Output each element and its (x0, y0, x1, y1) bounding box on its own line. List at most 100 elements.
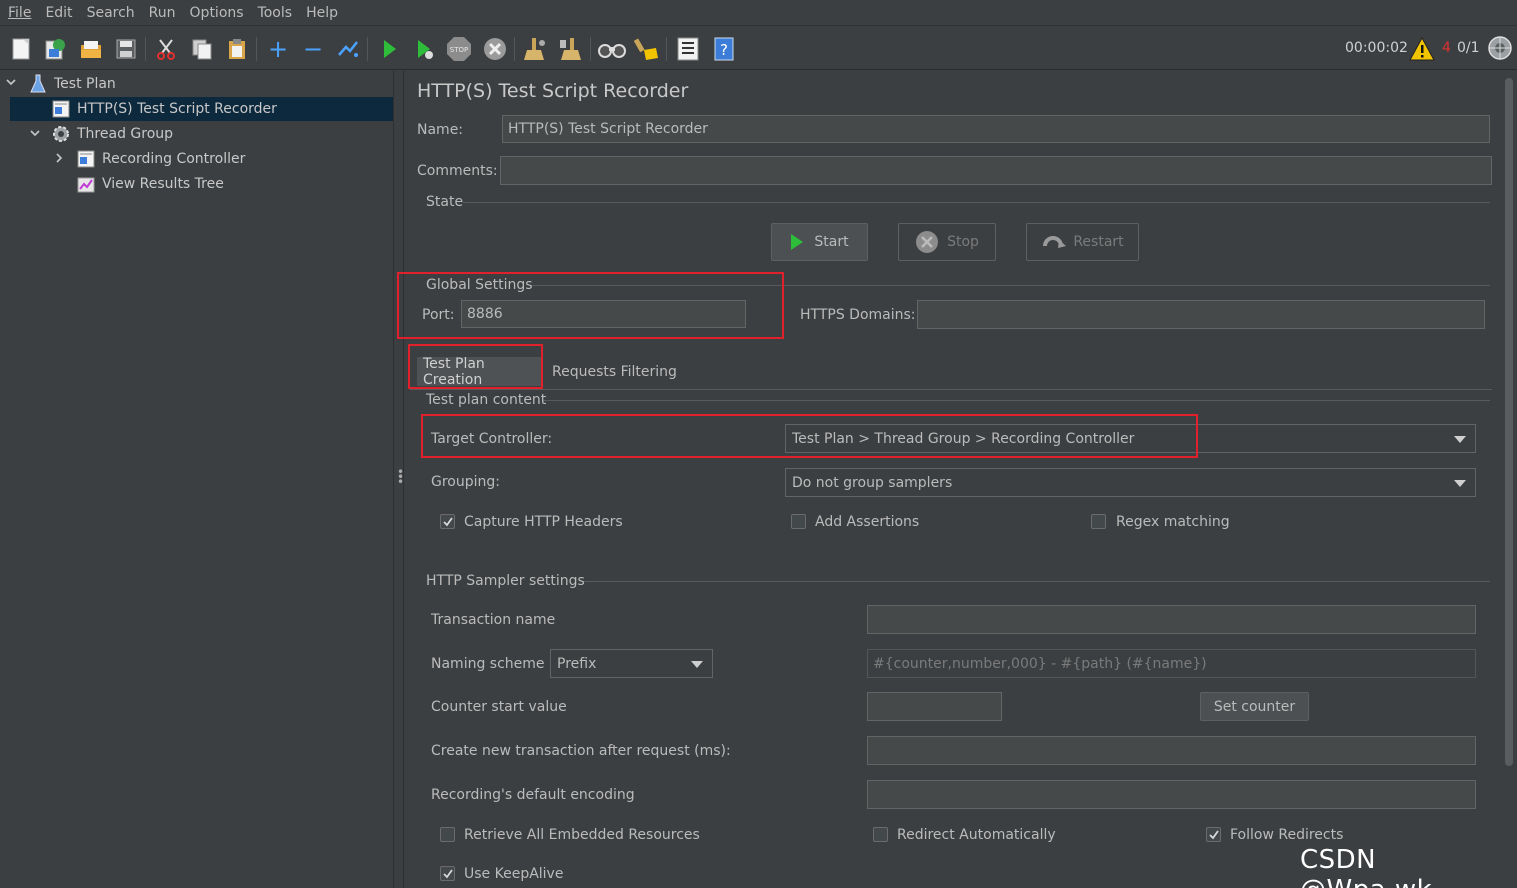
test-plan-icon (28, 74, 48, 94)
toggle-icon[interactable] (334, 35, 362, 63)
collapse-icon[interactable]: − (299, 35, 327, 63)
naming-scheme-select[interactable]: Prefix (550, 649, 713, 678)
grouping-select[interactable]: Do not group samplers (785, 468, 1476, 497)
tree-item-thread-group[interactable]: Thread Group (51, 122, 173, 146)
toolbar-separator (514, 37, 515, 61)
start-button[interactable]: Start (771, 223, 868, 261)
recorder-panel: HTTP(S) Test Script Recorder Name: HTTP(… (397, 71, 1505, 888)
name-field[interactable]: HTTP(S) Test Script Recorder (502, 115, 1490, 143)
naming-scheme-label: Naming scheme (431, 656, 545, 672)
toolbar-separator (590, 37, 591, 61)
stop-button-label: Stop (947, 234, 979, 250)
retrieve-resources-label: Retrieve All Embedded Resources (464, 827, 700, 843)
default-encoding-field[interactable] (867, 780, 1476, 809)
menu-search[interactable]: Search (81, 5, 141, 21)
tree-item-view-results-tree[interactable]: View Results Tree (76, 172, 224, 196)
transaction-name-field[interactable] (867, 605, 1476, 634)
menu-edit[interactable]: Edit (39, 5, 78, 21)
tree-item-label: View Results Tree (102, 176, 224, 192)
start-icon[interactable] (375, 35, 403, 63)
help-icon[interactable]: ? (710, 35, 738, 63)
restart-button[interactable]: Restart (1026, 223, 1139, 261)
templates-icon[interactable] (41, 35, 69, 63)
function-helper-icon[interactable] (674, 35, 702, 63)
redirect-auto-checkbox[interactable] (873, 827, 888, 842)
toolbar: + − STOP ? 00:00:02 4 0/1 (0, 27, 1517, 70)
cut-icon[interactable] (152, 35, 180, 63)
https-domains-field[interactable] (917, 300, 1485, 329)
warning-icon[interactable] (1409, 36, 1435, 61)
save-icon[interactable] (112, 35, 140, 63)
new-icon[interactable] (7, 35, 35, 63)
add-assertions-label: Add Assertions (815, 514, 920, 530)
state-label: State (426, 194, 464, 210)
http-sampler-divider (581, 581, 1490, 582)
naming-format-field[interactable]: #{counter,number,000} - #{path} (#{name}… (867, 649, 1476, 678)
remote-engines-icon[interactable] (1487, 35, 1513, 61)
regex-matching-checkbox[interactable] (1091, 514, 1106, 529)
vertical-scrollbar[interactable] (1505, 78, 1513, 766)
stop-button[interactable]: Stop (898, 223, 996, 261)
use-keepalive-label: Use KeepAlive (464, 866, 564, 882)
stop-icon[interactable]: STOP (445, 35, 473, 63)
expand-icon[interactable]: + (264, 35, 292, 63)
divider-grip-icon[interactable]: • • • (397, 466, 404, 488)
stop-icon (915, 230, 939, 254)
tab-divider (410, 389, 1492, 390)
shutdown-icon[interactable] (481, 35, 509, 63)
test-plan-tree: Test Plan HTTP(S) Test Script Recorder T… (0, 71, 393, 888)
toolbar-separator (145, 37, 146, 61)
menu-tools[interactable]: Tools (252, 5, 299, 21)
error-count: 4 (1442, 40, 1451, 56)
new-transaction-label: Create new transaction after request (ms… (431, 743, 731, 759)
tree-item-test-plan[interactable]: Test Plan (28, 72, 116, 96)
menu-run[interactable]: Run (143, 5, 182, 21)
start-no-pause-icon[interactable] (410, 35, 438, 63)
clear-all-icon[interactable] (557, 35, 585, 63)
tab-requests-filtering[interactable]: Requests Filtering (552, 357, 677, 386)
comments-field[interactable] (500, 156, 1492, 185)
tree-item-label: HTTP(S) Test Script Recorder (77, 101, 277, 117)
capture-headers-checkbox[interactable] (440, 514, 455, 529)
chevron-down-icon[interactable] (5, 76, 17, 91)
menu-help[interactable]: Help (300, 5, 344, 21)
start-icon (790, 233, 804, 251)
retrieve-resources-checkbox[interactable] (440, 827, 455, 842)
results-tree-icon (76, 174, 96, 194)
copy-icon[interactable] (188, 35, 216, 63)
redirect-auto-label: Redirect Automatically (897, 827, 1056, 843)
add-assertions-checkbox[interactable] (791, 514, 806, 529)
tree-item-label: Recording Controller (102, 151, 246, 167)
follow-redirects-label: Follow Redirects (1230, 827, 1344, 843)
menu-options[interactable]: Options (184, 5, 250, 21)
tree-item-recorder[interactable]: HTTP(S) Test Script Recorder (10, 97, 393, 121)
new-transaction-field[interactable] (867, 736, 1476, 765)
http-sampler-settings-label: HTTP Sampler settings (426, 573, 585, 589)
chevron-down-icon[interactable] (29, 127, 41, 142)
follow-redirects-checkbox[interactable] (1206, 827, 1221, 842)
use-keepalive-checkbox[interactable] (440, 866, 455, 881)
toolbar-separator (367, 37, 368, 61)
capture-headers-label: Capture HTTP Headers (464, 514, 623, 530)
menu-bar: File Edit Search Run Options Tools Help (0, 0, 1517, 26)
menu-file[interactable]: File (2, 5, 37, 21)
restart-button-label: Restart (1073, 234, 1124, 250)
grouping-value: Do not group samplers (792, 474, 953, 491)
tree-item-recording-controller[interactable]: Recording Controller (76, 147, 245, 171)
transaction-name-label: Transaction name (431, 612, 556, 628)
counter-start-field[interactable] (867, 692, 1002, 721)
default-encoding-label: Recording's default encoding (431, 787, 635, 803)
counter-start-label: Counter start value (431, 699, 567, 715)
search-icon[interactable] (598, 35, 626, 63)
controller-icon (76, 149, 96, 169)
open-icon[interactable] (77, 35, 105, 63)
reset-search-icon[interactable] (633, 35, 661, 63)
chevron-right-icon[interactable] (53, 152, 65, 167)
set-counter-button[interactable]: Set counter (1200, 692, 1309, 721)
toolbar-separator (256, 37, 257, 61)
highlight-box (421, 414, 1198, 458)
paste-icon[interactable] (223, 35, 251, 63)
recorder-icon (51, 99, 71, 119)
chevron-down-icon (1454, 479, 1466, 487)
clear-icon[interactable] (521, 35, 549, 63)
